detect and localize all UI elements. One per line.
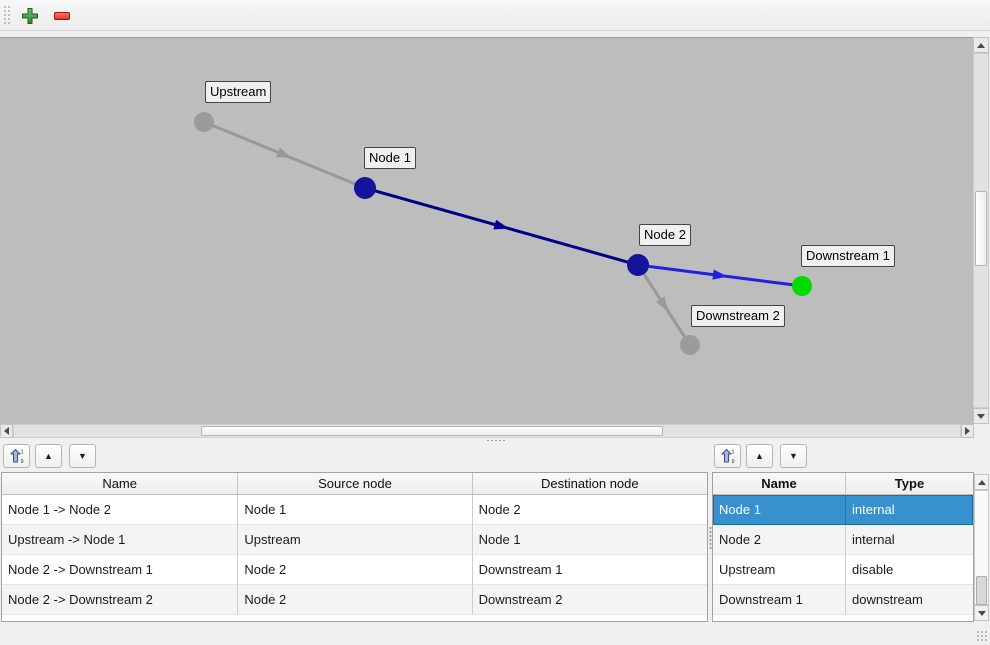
svg-text:1: 1 [20,450,23,456]
sort-nodes-button[interactable]: 1 9 [714,444,741,468]
scroll-down-button[interactable] [974,605,989,621]
table-cell[interactable]: Node 2 -> Downstream 1 [2,555,238,585]
node-label[interactable]: Upstream [205,81,271,103]
up-arrow-icon [978,480,986,485]
scroll-up-button[interactable] [973,37,989,53]
node-label[interactable]: Downstream 1 [801,245,895,267]
node-circle[interactable] [627,254,649,276]
node-label[interactable]: Downstream 2 [691,305,785,327]
canvas-horizontal-scrollbar[interactable] [13,424,961,438]
table-row[interactable]: Node 1 -> Node 2 Node 1 Node 2 [2,495,707,525]
table-cell[interactable]: Node 1 [238,495,472,525]
svg-text:9: 9 [731,459,734,464]
table-cell[interactable]: Upstream [238,525,472,555]
horizontal-scrollbar-thumb[interactable] [201,426,663,436]
scrollbar-corner [974,424,990,438]
right-arrow-icon [965,427,970,435]
table-cell[interactable]: disable [846,555,973,585]
edge-arrow-icon [276,148,294,163]
table-cell[interactable]: internal [846,525,973,555]
table-cell[interactable]: Node 1 -> Node 2 [2,495,238,525]
column-header-name[interactable]: Name [2,473,238,494]
node-label[interactable]: Node 2 [639,224,691,246]
edges-table-header: Name Source node Destination node [2,473,707,495]
up-arrow-icon: ▲ [44,452,53,461]
left-arrow-icon [4,427,9,435]
move-edge-down-button[interactable]: ▼ [69,444,96,468]
table-cell[interactable]: Downstream 1 [473,555,707,585]
column-header-source-node[interactable]: Source node [238,473,472,494]
nodes-table-vertical-scrollbar[interactable] [974,490,989,605]
table-row[interactable]: Node 2 -> Downstream 1 Node 2 Downstream… [2,555,707,585]
graph-view: Upstream Node 1 Node 2 Downstream 1 Downstre… [0,37,990,438]
table-cell[interactable]: Downstream 2 [473,585,707,615]
up-arrow-icon [977,43,985,48]
table-cell[interactable]: Upstream [713,555,846,585]
vertical-scrollbar-thumb[interactable] [976,576,987,605]
scroll-up-button[interactable] [974,474,989,490]
table-cell[interactable]: Node 2 [713,525,846,555]
table-cell[interactable]: internal [846,495,973,525]
column-header-type[interactable]: Type [846,473,973,494]
table-row[interactable]: Upstream disable [713,555,973,585]
down-arrow-icon [977,414,985,419]
table-cell[interactable]: Node 2 [238,585,472,615]
horizontal-pane-splitter[interactable] [0,438,990,444]
splitter-grip [486,439,506,443]
table-cell[interactable]: downstream [846,585,973,615]
sort-ascending-icon: 1 9 [720,448,736,464]
down-arrow-icon: ▼ [789,452,798,461]
vertical-scrollbar-thumb[interactable] [975,191,987,266]
table-cell[interactable]: Node 2 [238,555,472,585]
nodes-table-header: Name Type [713,473,973,495]
table-cell[interactable]: Node 1 [713,495,846,525]
svg-text:1: 1 [731,450,734,456]
canvas-vertical-scrollbar[interactable] [973,53,989,408]
sort-edges-button[interactable]: 1 9 [3,444,30,468]
up-arrow-icon: ▲ [755,452,764,461]
toolbar-grip[interactable] [3,5,12,26]
window-resize-grip[interactable] [976,630,988,642]
column-header-destination-node[interactable]: Destination node [473,473,707,494]
edge-arrow-icon [493,220,510,234]
edges-table: Name Source node Destination node Node 1… [1,472,708,622]
plus-icon [21,7,39,25]
table-row[interactable]: Downstream 1 downstream [713,585,973,615]
move-node-up-button[interactable]: ▲ [746,444,773,468]
table-row[interactable]: Upstream -> Node 1 Upstream Node 1 [2,525,707,555]
move-node-down-button[interactable]: ▼ [780,444,807,468]
table-cell[interactable]: Node 2 [473,495,707,525]
table-row[interactable]: Node 2 internal [713,525,973,555]
table-row-selected[interactable]: Node 1 internal [713,495,973,525]
down-arrow-icon: ▼ [78,452,87,461]
node-circle[interactable] [354,177,376,199]
column-header-name[interactable]: Name [713,473,846,494]
node-circle[interactable] [194,112,214,132]
network-editor-window: UpstreamNode 1Node 2Downstream 1Downstre… [0,0,990,645]
scroll-left-button[interactable] [0,424,13,438]
scroll-right-button[interactable] [961,424,974,438]
nodes-table: Name Type Node 1 internal Node 2 interna… [712,472,974,622]
table-cell[interactable]: Node 1 [473,525,707,555]
down-arrow-icon [978,611,986,616]
scroll-down-button[interactable] [973,408,989,424]
node-circle[interactable] [792,276,812,296]
graph-edges-layer [0,38,973,425]
remove-node-button[interactable] [51,5,73,27]
svg-text:9: 9 [20,459,23,464]
table-cell[interactable]: Node 2 -> Downstream 2 [2,585,238,615]
table-row[interactable]: Node 2 -> Downstream 2 Node 2 Downstream… [2,585,707,615]
add-node-button[interactable] [19,5,41,27]
graph-canvas[interactable]: Upstream Node 1 Node 2 Downstream 1 Downstre… [0,37,973,425]
node-label[interactable]: Node 1 [364,147,416,169]
node-circle[interactable] [680,335,700,355]
move-edge-up-button[interactable]: ▲ [35,444,62,468]
main-toolbar [0,0,990,31]
minus-icon [53,7,71,25]
table-cell[interactable]: Downstream 1 [713,585,846,615]
sort-ascending-icon: 1 9 [9,448,25,464]
table-cell[interactable]: Upstream -> Node 1 [2,525,238,555]
